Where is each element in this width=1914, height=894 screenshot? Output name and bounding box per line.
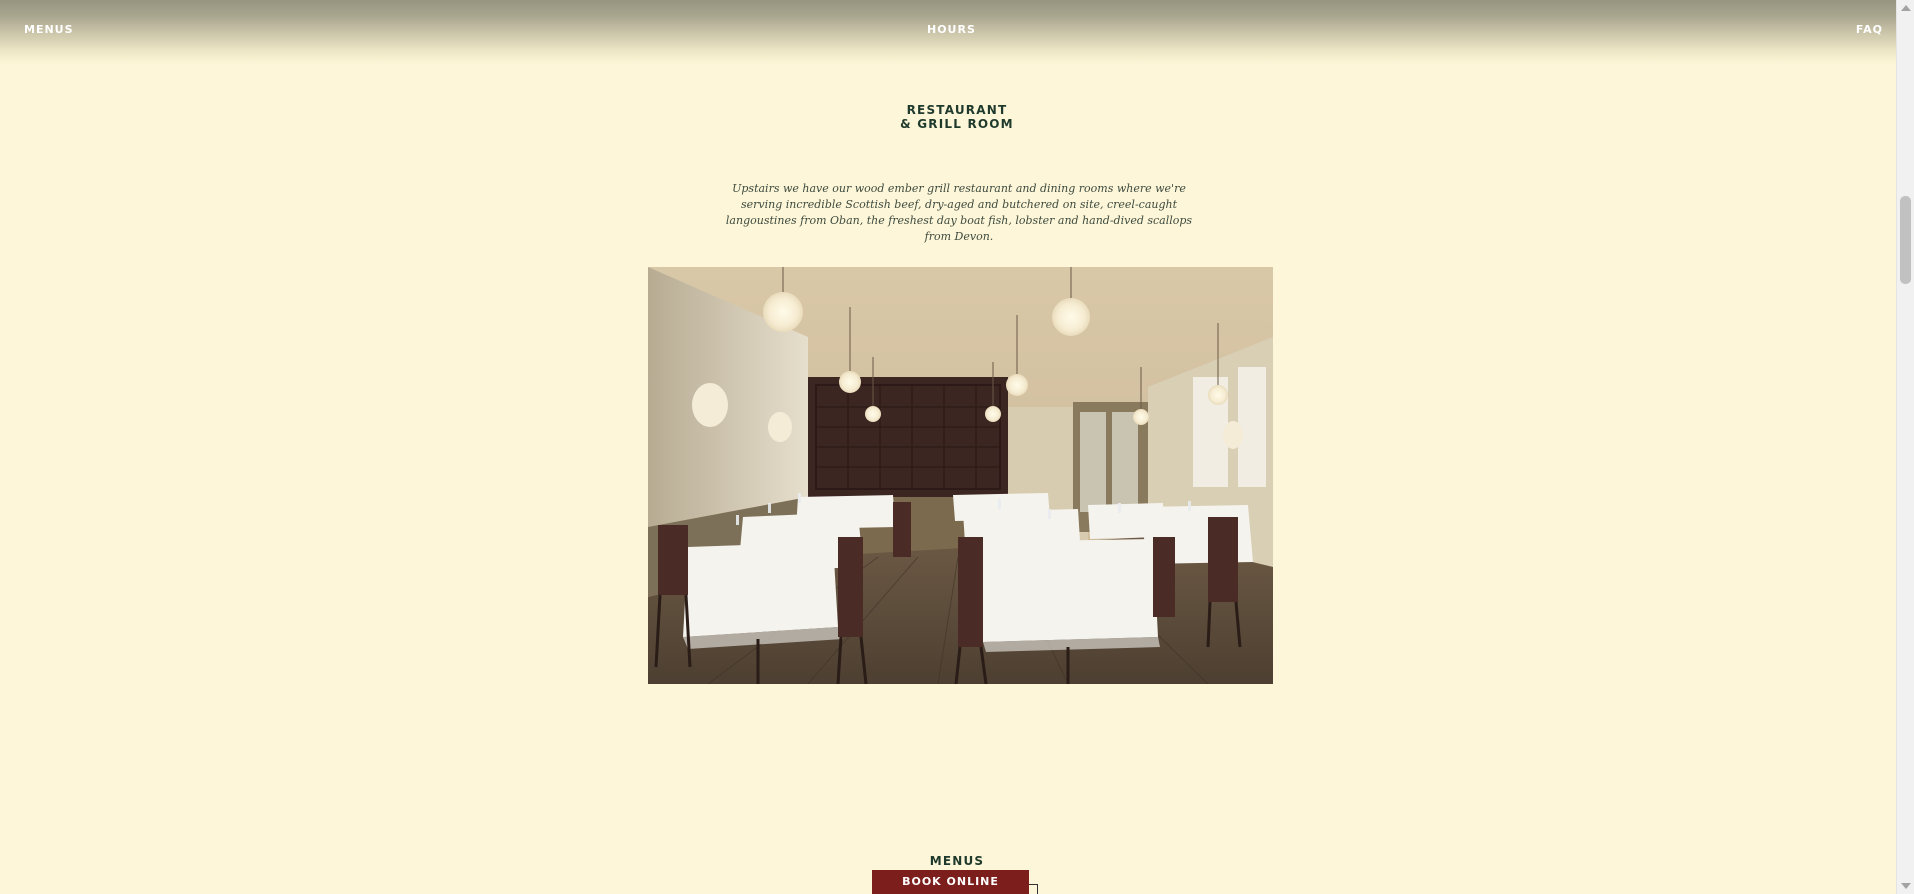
restaurant-dining-room-photo: [648, 267, 1273, 684]
section-description: Upstairs we have our wood ember grill re…: [725, 182, 1193, 243]
section-title: RESTAURANT & GRILL ROOM: [0, 103, 1914, 131]
nav-hours-link[interactable]: HOURS: [927, 23, 976, 36]
menus-heading: MENUS: [929, 854, 985, 868]
nav-menus-link[interactable]: MENUS: [24, 23, 74, 36]
scroll-up-arrow-icon[interactable]: [1901, 5, 1911, 11]
book-online-button[interactable]: BOOK ONLINE: [872, 870, 1029, 894]
book-button-corner-marker: [1029, 884, 1038, 894]
scroll-down-arrow-icon[interactable]: [1901, 883, 1911, 889]
scrollbar-thumb[interactable]: [1900, 196, 1911, 284]
nav-faq-link[interactable]: FAQ: [1856, 23, 1883, 36]
top-navigation: MENUS HOURS FAQ: [0, 0, 1896, 64]
section-title-line1: RESTAURANT: [906, 103, 1008, 117]
page: MENUS HOURS FAQ RESTAURANT & GRILL ROOM …: [0, 0, 1914, 894]
vertical-scrollbar[interactable]: [1896, 0, 1914, 894]
section-title-line2: & GRILL ROOM: [900, 117, 1014, 131]
